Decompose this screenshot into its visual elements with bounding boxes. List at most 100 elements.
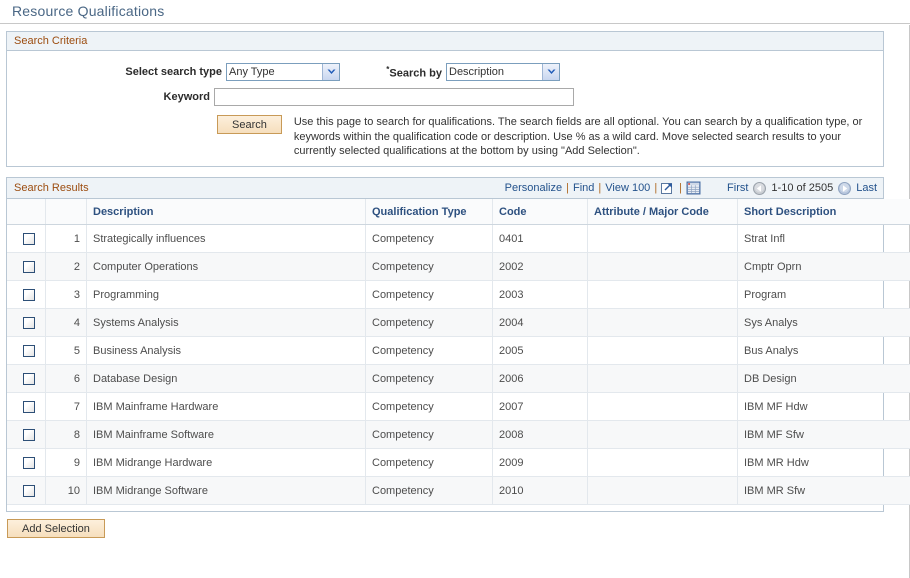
pagination-range: 1-10 of 2505 [771, 182, 833, 194]
short-description-cell: IBM MF Hdw [738, 393, 910, 421]
search-results-label: Search Results [14, 182, 89, 194]
row-select-checkbox[interactable] [23, 485, 35, 497]
next-page-icon[interactable] [838, 182, 851, 195]
toolbar-separator: | [679, 182, 682, 194]
qualification-type-cell: Competency [366, 253, 493, 281]
attribute-major-code-cell [588, 225, 738, 253]
keyword-row: Keyword [7, 88, 883, 106]
qualification-type-cell: Competency [366, 309, 493, 337]
table-header-row: Description Qualification Type Code Attr… [7, 199, 910, 225]
code-cell: 2006 [493, 365, 588, 393]
code-cell: 2009 [493, 449, 588, 477]
table-row: 8IBM Mainframe SoftwareCompetency2008IBM… [7, 421, 910, 449]
short-description-cell: Strat Infl [738, 225, 910, 253]
resource-qualifications-page: Resource Qualifications Search Criteria … [0, 0, 910, 578]
table-row: 5Business AnalysisCompetency2005Bus Anal… [7, 337, 910, 365]
code-cell: 2008 [493, 421, 588, 449]
description-cell: Programming [87, 281, 366, 309]
row-select-cell [7, 225, 46, 253]
short-description-cell: DB Design [738, 365, 910, 393]
download-to-spreadsheet-icon[interactable] [661, 181, 675, 195]
attribute-major-code-cell [588, 337, 738, 365]
row-select-checkbox[interactable] [23, 401, 35, 413]
short-description-cell: IBM MR Hdw [738, 449, 910, 477]
row-number-cell: 6 [46, 365, 87, 393]
row-select-checkbox[interactable] [23, 345, 35, 357]
previous-page-icon[interactable] [753, 182, 766, 195]
attribute-major-code-cell [588, 253, 738, 281]
short-description-cell: Program [738, 281, 910, 309]
search-button[interactable]: Search [217, 115, 282, 134]
table-body: 1Strategically influencesCompetency0401S… [7, 225, 910, 505]
first-page-link[interactable]: First [727, 182, 748, 194]
column-header-short-description[interactable]: Short Description [738, 199, 910, 225]
personalize-link[interactable]: Personalize [505, 182, 562, 194]
keyword-input[interactable] [214, 88, 574, 106]
table-row: 9IBM Midrange HardwareCompetency2009IBM … [7, 449, 910, 477]
row-select-cell [7, 449, 46, 477]
code-cell: 2005 [493, 337, 588, 365]
row-select-checkbox[interactable] [23, 289, 35, 301]
page-title: Resource Qualifications [12, 3, 164, 19]
description-cell: Systems Analysis [87, 309, 366, 337]
description-cell: Strategically influences [87, 225, 366, 253]
table-row: 2Computer OperationsCompetency2002 Cmptr … [7, 253, 910, 281]
view-all-link[interactable]: View 100 [605, 182, 650, 194]
row-select-checkbox[interactable] [23, 233, 35, 245]
search-results-panel: Search Results Personalize | Find | View… [6, 177, 884, 512]
toolbar-separator: | [598, 182, 601, 194]
attribute-major-code-cell [588, 421, 738, 449]
toolbar-separator: | [654, 182, 657, 194]
description-cell: Business Analysis [87, 337, 366, 365]
select-search-type-dropdown[interactable]: Any Type [226, 63, 340, 81]
table-row: 7IBM Mainframe HardwareCompetency2007IBM… [7, 393, 910, 421]
code-cell: 2003 [493, 281, 588, 309]
attribute-major-code-cell [588, 365, 738, 393]
search-type-row: Select search type Any Type *Search by D… [7, 63, 883, 81]
table-header: Description Qualification Type Code Attr… [7, 199, 910, 225]
column-header-description[interactable]: Description [87, 199, 366, 225]
row-select-checkbox[interactable] [23, 457, 35, 469]
qualification-type-cell: Competency [366, 281, 493, 309]
page-title-bar: Resource Qualifications [0, 0, 910, 24]
add-selection-button[interactable]: Add Selection [7, 519, 105, 538]
find-link[interactable]: Find [573, 182, 594, 194]
qualification-type-cell: Competency [366, 337, 493, 365]
select-search-type-label: Select search type [7, 66, 222, 78]
search-by-dropdown[interactable]: Description [446, 63, 560, 81]
short-description-cell: Sys Analys [738, 309, 910, 337]
short-description-cell: Cmptr Oprn [738, 253, 910, 281]
search-by-select-wrapper: Description [446, 63, 560, 81]
table-row: 10IBM Midrange SoftwareCompetency2010IBM… [7, 477, 910, 505]
description-cell: IBM Midrange Hardware [87, 449, 366, 477]
row-select-checkbox[interactable] [23, 317, 35, 329]
attribute-major-code-cell [588, 393, 738, 421]
code-cell: 2002 [493, 253, 588, 281]
row-select-checkbox[interactable] [23, 429, 35, 441]
column-header-qualification-type[interactable]: Qualification Type [366, 199, 493, 225]
qualification-type-cell: Competency [366, 365, 493, 393]
attribute-major-code-cell [588, 449, 738, 477]
row-select-cell [7, 421, 46, 449]
row-select-checkbox[interactable] [23, 261, 35, 273]
description-cell: Computer Operations [87, 253, 366, 281]
row-select-cell [7, 365, 46, 393]
column-header-attribute-major-code[interactable]: Attribute / Major Code [588, 199, 738, 225]
row-select-checkbox[interactable] [23, 373, 35, 385]
short-description-cell: Bus Analys [738, 337, 910, 365]
row-number-cell: 3 [46, 281, 87, 309]
search-type-select-wrapper: Any Type [226, 63, 340, 81]
row-number-cell: 10 [46, 477, 87, 505]
expand-grid-icon[interactable] [686, 181, 701, 195]
row-select-cell [7, 477, 46, 505]
row-number-cell: 2 [46, 253, 87, 281]
keyword-label: Keyword [7, 91, 210, 103]
row-select-cell [7, 281, 46, 309]
last-page-link[interactable]: Last [856, 182, 877, 194]
row-select-cell [7, 393, 46, 421]
row-number-cell: 1 [46, 225, 87, 253]
short-description-cell: IBM MF Sfw [738, 421, 910, 449]
code-cell: 2007 [493, 393, 588, 421]
qualification-type-cell: Competency [366, 421, 493, 449]
column-header-code[interactable]: Code [493, 199, 588, 225]
